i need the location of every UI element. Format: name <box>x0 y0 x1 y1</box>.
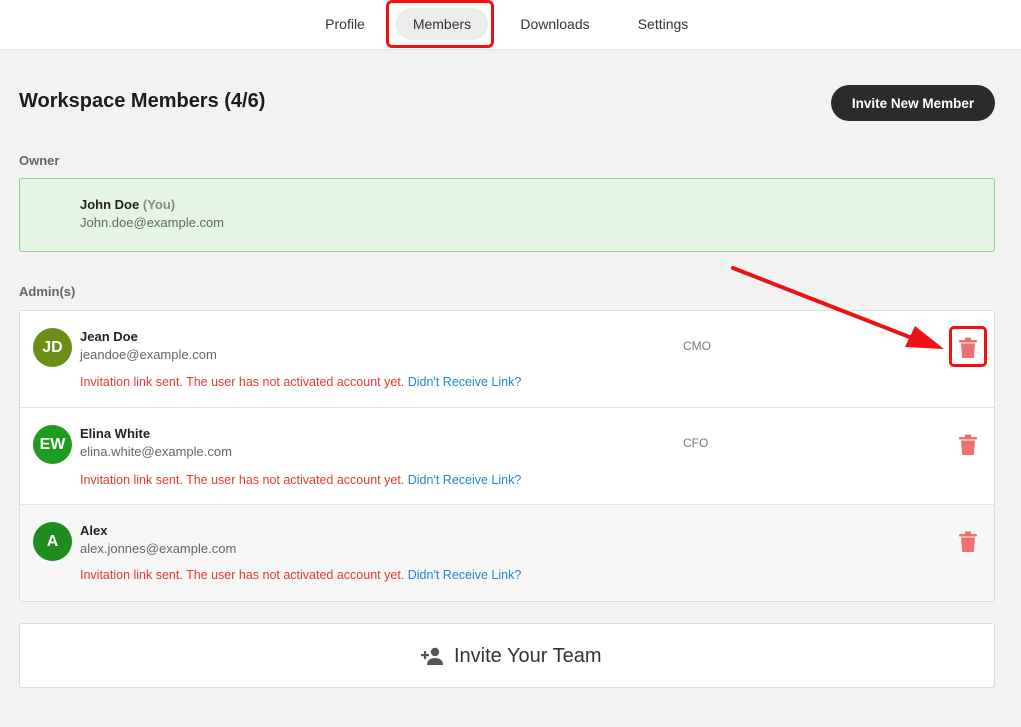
avatar: A <box>33 522 72 561</box>
page-title: Workspace Members (4/6) <box>19 90 266 112</box>
invitation-notice-text: Invitation link sent. The user has not a… <box>80 375 405 389</box>
invitation-notice: Invitation link sent. The user has not a… <box>80 568 521 582</box>
owner-name: John Doe (You) <box>80 197 175 212</box>
owner-you-tag: (You) <box>142 197 176 212</box>
trash-icon[interactable] <box>958 337 978 359</box>
member-role: CFO <box>683 436 709 450</box>
member-name: Jean Doe <box>80 329 138 344</box>
invitation-notice-text: Invitation link sent. The user has not a… <box>80 568 405 582</box>
invite-your-team-content: Invite Your Team <box>420 644 602 668</box>
member-name: Elina White <box>80 426 151 441</box>
owner-email: John.doe@example.com <box>80 215 224 230</box>
trash-icon[interactable] <box>958 531 978 553</box>
invitation-notice: Invitation link sent. The user has not a… <box>80 375 521 389</box>
member-email: alex.jonnes@example.com <box>80 541 237 556</box>
invitation-notice: Invitation link sent. The user has not a… <box>80 473 521 487</box>
member-name: Alex <box>80 523 108 538</box>
invite-your-team-label: Invite Your Team <box>454 644 602 667</box>
owner-card: John Doe (You) John.doe@example.com <box>19 178 995 252</box>
admins-list: JD Jean Doe jeandoe@example.com CMO Invi… <box>19 310 995 602</box>
avatar: EW <box>33 425 72 464</box>
avatar: JD <box>33 328 72 367</box>
resend-link[interactable]: Didn't Receive Link? <box>408 568 522 582</box>
person-add-icon <box>421 647 443 665</box>
tab-members[interactable]: Members <box>396 0 488 48</box>
member-row: EW Elina White elina.white@example.com C… <box>20 408 994 505</box>
resend-link[interactable]: Didn't Receive Link? <box>408 473 522 487</box>
admins-section-label: Admin(s) <box>19 284 76 299</box>
member-row: A Alex alex.jonnes@example.com Invitatio… <box>20 505 994 601</box>
resend-link[interactable]: Didn't Receive Link? <box>408 375 522 389</box>
owner-section-label: Owner <box>19 153 60 168</box>
member-email: jeandoe@example.com <box>80 347 217 362</box>
member-email: elina.white@example.com <box>80 444 232 459</box>
tab-profile[interactable]: Profile <box>318 0 372 48</box>
invite-your-team-button[interactable]: Invite Your Team <box>19 623 995 688</box>
owner-name-text: John Doe <box>80 197 140 212</box>
top-nav: Profile Members Downloads Settings <box>0 0 1021 50</box>
invitation-notice-text: Invitation link sent. The user has not a… <box>80 473 405 487</box>
member-row: JD Jean Doe jeandoe@example.com CMO Invi… <box>20 311 994 408</box>
invite-new-member-button[interactable]: Invite New Member <box>831 85 995 121</box>
trash-icon[interactable] <box>958 434 978 456</box>
member-role: CMO <box>683 339 711 353</box>
tab-downloads[interactable]: Downloads <box>514 0 596 48</box>
tab-settings[interactable]: Settings <box>631 0 695 48</box>
